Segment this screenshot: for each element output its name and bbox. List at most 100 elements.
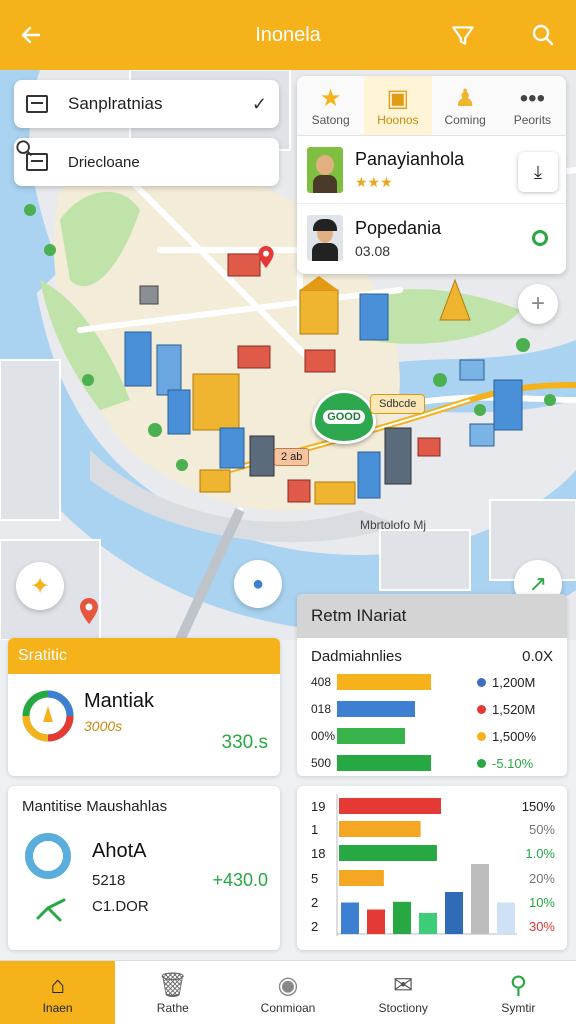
donut-card[interactable]: Mantitise Maushahlas AhotA 5218 +430.0 C… [8,786,280,950]
retm-bar-track [337,755,467,771]
share-icon[interactable] [34,896,70,924]
search-icon[interactable] [14,138,34,158]
y-tick-label: 1 [311,822,318,837]
search-field-primary[interactable]: Sanplratnias ✓ [14,80,279,128]
person-icon: ♟ [454,84,476,112]
tab-coming-label: Coming [444,112,486,127]
bar-chart-card[interactable]: 19 1 18 5 2 2 150% 50% 1.0% 20% 10% 30% [297,786,567,950]
chat-icon: ◉ [277,971,299,999]
filter-button[interactable] [446,18,480,52]
retm-bar [337,728,405,744]
poi-status-icon[interactable] [532,230,548,246]
value-label: 20% [529,871,555,886]
district-label: Mbrtolofo Mj [360,518,427,532]
retm-bar-label: 018 [311,702,332,716]
donut-chart-icon [25,833,71,879]
tab-hoonos-label: Hoonos [377,112,419,127]
place-bubble[interactable]: Sdbcde [370,394,426,414]
value-label: 10% [529,895,555,910]
h-bar [339,821,421,837]
y-tick-label: 2 [311,919,318,934]
retm-bar-value: 1,520M [492,701,536,717]
tab-peorits[interactable]: ••• Peorits [499,76,566,135]
retm-card[interactable]: Retm INariat Dadmiahnlies 0.0X 408 1,200M… [297,594,567,776]
retm-bar-row: 408 1,200M [297,671,567,693]
v-bar [341,902,359,934]
trash-icon: 🗑 [157,971,189,999]
donut-value: +430.0 [212,870,268,890]
bottom-nav: ⌂ Inaen 🗑 Rathe ◉ Conmioan ✉ Stoctiony ⚲… [0,960,576,1024]
tab-coming[interactable]: ♟ Coming [432,76,499,135]
retm-card-title: Dadmiahnlies [311,648,402,665]
legend-dot [477,758,486,768]
retm-bar-row: 500 -5.10% [297,752,567,774]
zoom-in-button[interactable]: + [518,284,558,324]
map-pin-icon[interactable] [80,598,98,624]
v-bar [419,913,437,934]
profile-location-button[interactable]: ● [234,560,282,608]
bar-chart: 19 1 18 5 2 2 150% 50% 1.0% 20% 10% 30% [311,794,556,936]
stats-card-header: Sratitic [8,638,280,674]
avatar [307,146,343,193]
retm-bar-row: 00% 1,500% [297,725,567,747]
search-field-secondary[interactable]: Driecloane [14,138,279,186]
place-tag[interactable]: 2 ab [274,448,310,466]
value-label: 1.0% [525,846,555,861]
nav-item-inaen[interactable]: ⌂ Inaen [0,961,116,1024]
value-label: 50% [529,822,555,837]
search-button[interactable] [526,18,560,52]
nav-item-conmioan[interactable]: ◉ Conmioan [230,961,345,1024]
value-label: 150% [522,799,556,814]
nav-label: Rathe [156,1000,189,1015]
h-bar [339,845,437,861]
nav-item-stoctiony[interactable]: ✉ Stoctiony [346,961,461,1024]
inbox-icon: ✉ [393,971,414,999]
locate-button[interactable]: ✦ [16,562,64,610]
retm-bar-row: 018 1,520M [297,698,567,720]
map-pin-icon[interactable] [258,246,274,268]
y-tick-label: 19 [311,799,325,814]
retm-card-pct: 0.0X [522,648,553,665]
stats-value: 330.s [221,732,268,753]
compass-icon: ✦ [29,572,51,600]
tab-satong[interactable]: ★ Satong [297,76,364,135]
retm-bar [337,701,415,717]
nav-item-symtir[interactable]: ⚲ Symtir [461,961,576,1024]
filter-icon [452,26,474,45]
search-icon: ⚲ [509,971,528,999]
poi-item[interactable]: Panayianhola ★★★ ⤓ [297,136,566,204]
tab-hoonos[interactable]: ▣ Hoonos [364,76,432,135]
h-bar [339,798,441,814]
stats-sub: 3000s [84,718,123,734]
place-badge-label: GOOD [323,410,365,424]
stats-card[interactable]: Sratitic Mantiak 3000s 330.s [8,638,280,776]
retm-bar [337,674,431,690]
v-bar [367,909,385,934]
retm-card-header: Retm INariat [297,594,567,638]
map-view[interactable]: GOOD Sdbcde 2 ab Mbrtolofo Mj Sanplratni… [0,70,576,640]
nav-label: Inaen [42,1000,73,1015]
v-bar [393,901,411,934]
y-tick-label: 18 [311,846,325,861]
plus-icon: + [530,290,545,317]
check-icon[interactable]: ✓ [252,94,267,115]
person-pin-icon: ● [251,572,265,595]
avatar [307,215,343,261]
poi-tabs: ★ Satong ▣ Hoonos ♟ Coming ••• Peorits [297,76,566,136]
retm-bar-label: 00% [311,729,336,743]
more-icon: ••• [519,84,545,112]
legend-dot [477,704,486,714]
poi-item[interactable]: Popedania 03.08 [297,204,566,272]
poi-action-button[interactable]: ⤓ [518,152,558,192]
back-button[interactable] [14,18,48,52]
poi-item-rating: ★★★ [355,173,393,190]
donut-name: AhotA [92,840,147,862]
retm-bar-value: 1,500% [492,728,537,744]
v-bar [445,892,463,934]
legend-dot [477,731,486,741]
search-icon [532,24,554,46]
nav-label: Conmioan [260,1000,316,1015]
retm-bar-list: 408 1,200M 018 1,520M 00% 1,500% 500 -5.10% [297,671,567,774]
nav-item-rathe[interactable]: 🗑 Rathe [115,961,230,1024]
app-header: Inonela [0,0,576,70]
